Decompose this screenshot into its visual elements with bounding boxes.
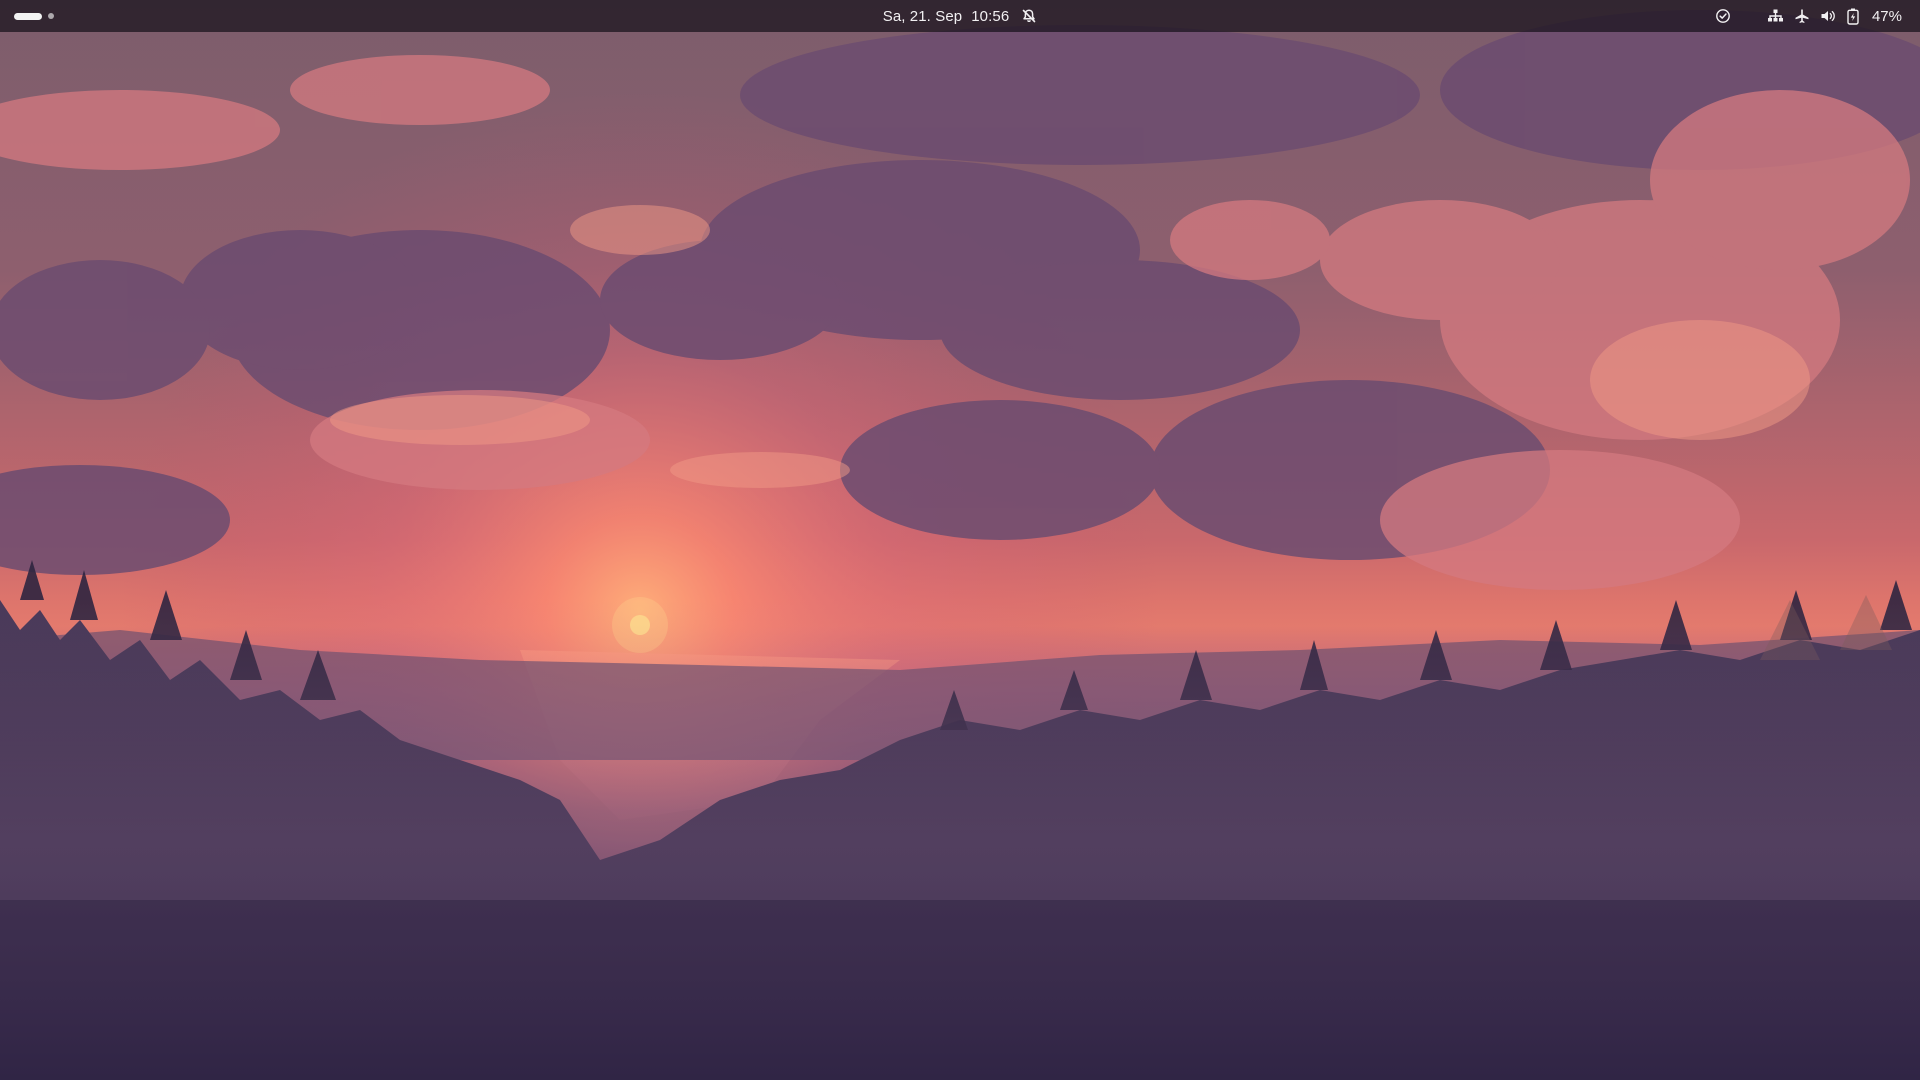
clock-time: 10:56 — [971, 7, 1010, 25]
wired-network-icon — [1767, 8, 1784, 24]
activities-button[interactable] — [10, 6, 64, 26]
quick-settings-button[interactable]: 47% — [1761, 3, 1908, 29]
wallpaper — [0, 0, 1920, 1080]
clock-date: Sa, 21. Sep — [882, 7, 963, 25]
workspace-indicator-active[interactable] — [14, 12, 42, 20]
volume-icon — [1820, 8, 1837, 24]
bell-off-icon — [1021, 8, 1037, 24]
date-time-button[interactable]: Sa, 21. Sep 10:56 — [871, 3, 1050, 29]
airplane-icon — [1794, 8, 1810, 24]
battery-percentage: 47% — [1871, 7, 1902, 25]
system-tray: 47% — [1707, 0, 1908, 32]
clock-area: Sa, 21. Sep 10:56 — [0, 0, 1920, 32]
battery-charging-icon — [1847, 8, 1859, 25]
desktop: Sa, 21. Sep 10:56 47% — [0, 0, 1920, 1080]
background-apps-indicator[interactable] — [1707, 3, 1739, 29]
date-time-label: Sa, 21. Sep 10:56 — [883, 8, 1010, 25]
checkmark-circle-icon — [1715, 8, 1731, 24]
workspace-indicator[interactable] — [48, 13, 54, 19]
top-bar: Sa, 21. Sep 10:56 47% — [0, 0, 1920, 32]
